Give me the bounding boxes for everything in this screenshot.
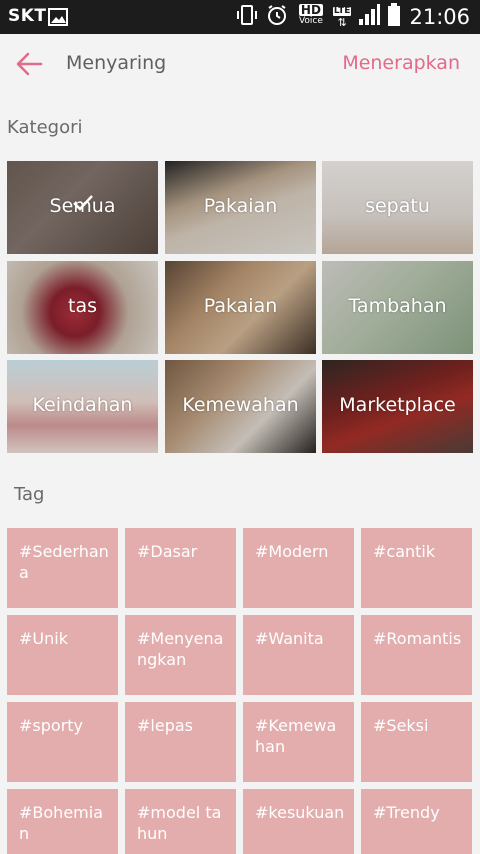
category-tile-tambahan[interactable]: Tambahan [322,261,473,354]
tag-heading: Tag [14,484,45,505]
tag-cantik[interactable]: #cantik [361,528,472,608]
alarm-icon [265,3,289,31]
tag-trendy[interactable]: #Trendy [361,789,472,854]
back-arrow-icon[interactable] [14,50,44,78]
category-label: Tambahan [348,295,447,317]
category-tile-semua[interactable]: Semua [7,161,158,254]
tag-romantis[interactable]: #Romantis [361,615,472,695]
hd-voice-indicator: HD Voice [295,4,327,30]
status-bar: SKT HD Voice LTE ⇅ 21:06 [0,0,480,34]
category-label: Keindahan [32,394,133,416]
signal-icon [357,3,381,31]
carrier-label: SKT [8,6,47,26]
lte-indicator: LTE ⇅ [332,5,352,29]
voice-label: Voice [298,16,323,26]
battery-icon [387,3,401,31]
category-label: sepatu [365,195,430,217]
category-tile-pakaian-2[interactable]: Pakaian [165,261,316,354]
category-tile-sepatu[interactable]: sepatu [322,161,473,254]
category-tile-marketplace[interactable]: Marketplace [322,360,473,453]
tag-bohemian[interactable]: #Bohemian [7,789,118,854]
gallery-icon [48,8,68,30]
tag-modern[interactable]: #Modern [243,528,354,608]
tag-kemewahan[interactable]: #Kemewahan [243,702,354,782]
app-bar: Menyaring Menerapkan [0,34,480,94]
category-heading: Kategori [7,117,83,138]
apply-button[interactable]: Menerapkan [342,52,460,74]
category-label: tas [68,295,97,317]
hd-label: HD [298,3,323,17]
tag-menyenangkan[interactable]: #Menyenangkan [125,615,236,695]
tag-sporty[interactable]: #sporty [7,702,118,782]
vibrate-icon [235,3,259,31]
page-title: Menyaring [66,52,167,74]
category-label: Marketplace [339,394,456,416]
category-label: Pakaian [203,295,278,317]
tag-lepas[interactable]: #lepas [125,702,236,782]
tag-model-tahun[interactable]: #model tahun [125,789,236,854]
tag-seksi[interactable]: #Seksi [361,702,472,782]
tag-dasar[interactable]: #Dasar [125,528,236,608]
tag-unik[interactable]: #Unik [7,615,118,695]
category-label: Pakaian [203,195,278,217]
tag-kesukuan[interactable]: #kesukuan [243,789,354,854]
tag-sederhana[interactable]: #Sederhana [7,528,118,608]
data-arrows-icon: ⇅ [337,15,347,29]
category-tile-pakaian[interactable]: Pakaian [165,161,316,254]
category-label: Kemewahan [182,394,299,416]
clock: 21:06 [409,5,470,29]
tag-wanita[interactable]: #Wanita [243,615,354,695]
category-tile-keindahan[interactable]: Keindahan [7,360,158,453]
lte-label: LTE [332,5,352,16]
category-tile-tas[interactable]: tas [7,261,158,354]
check-icon [71,193,95,217]
category-tile-kemewahan[interactable]: Kemewahan [165,360,316,453]
